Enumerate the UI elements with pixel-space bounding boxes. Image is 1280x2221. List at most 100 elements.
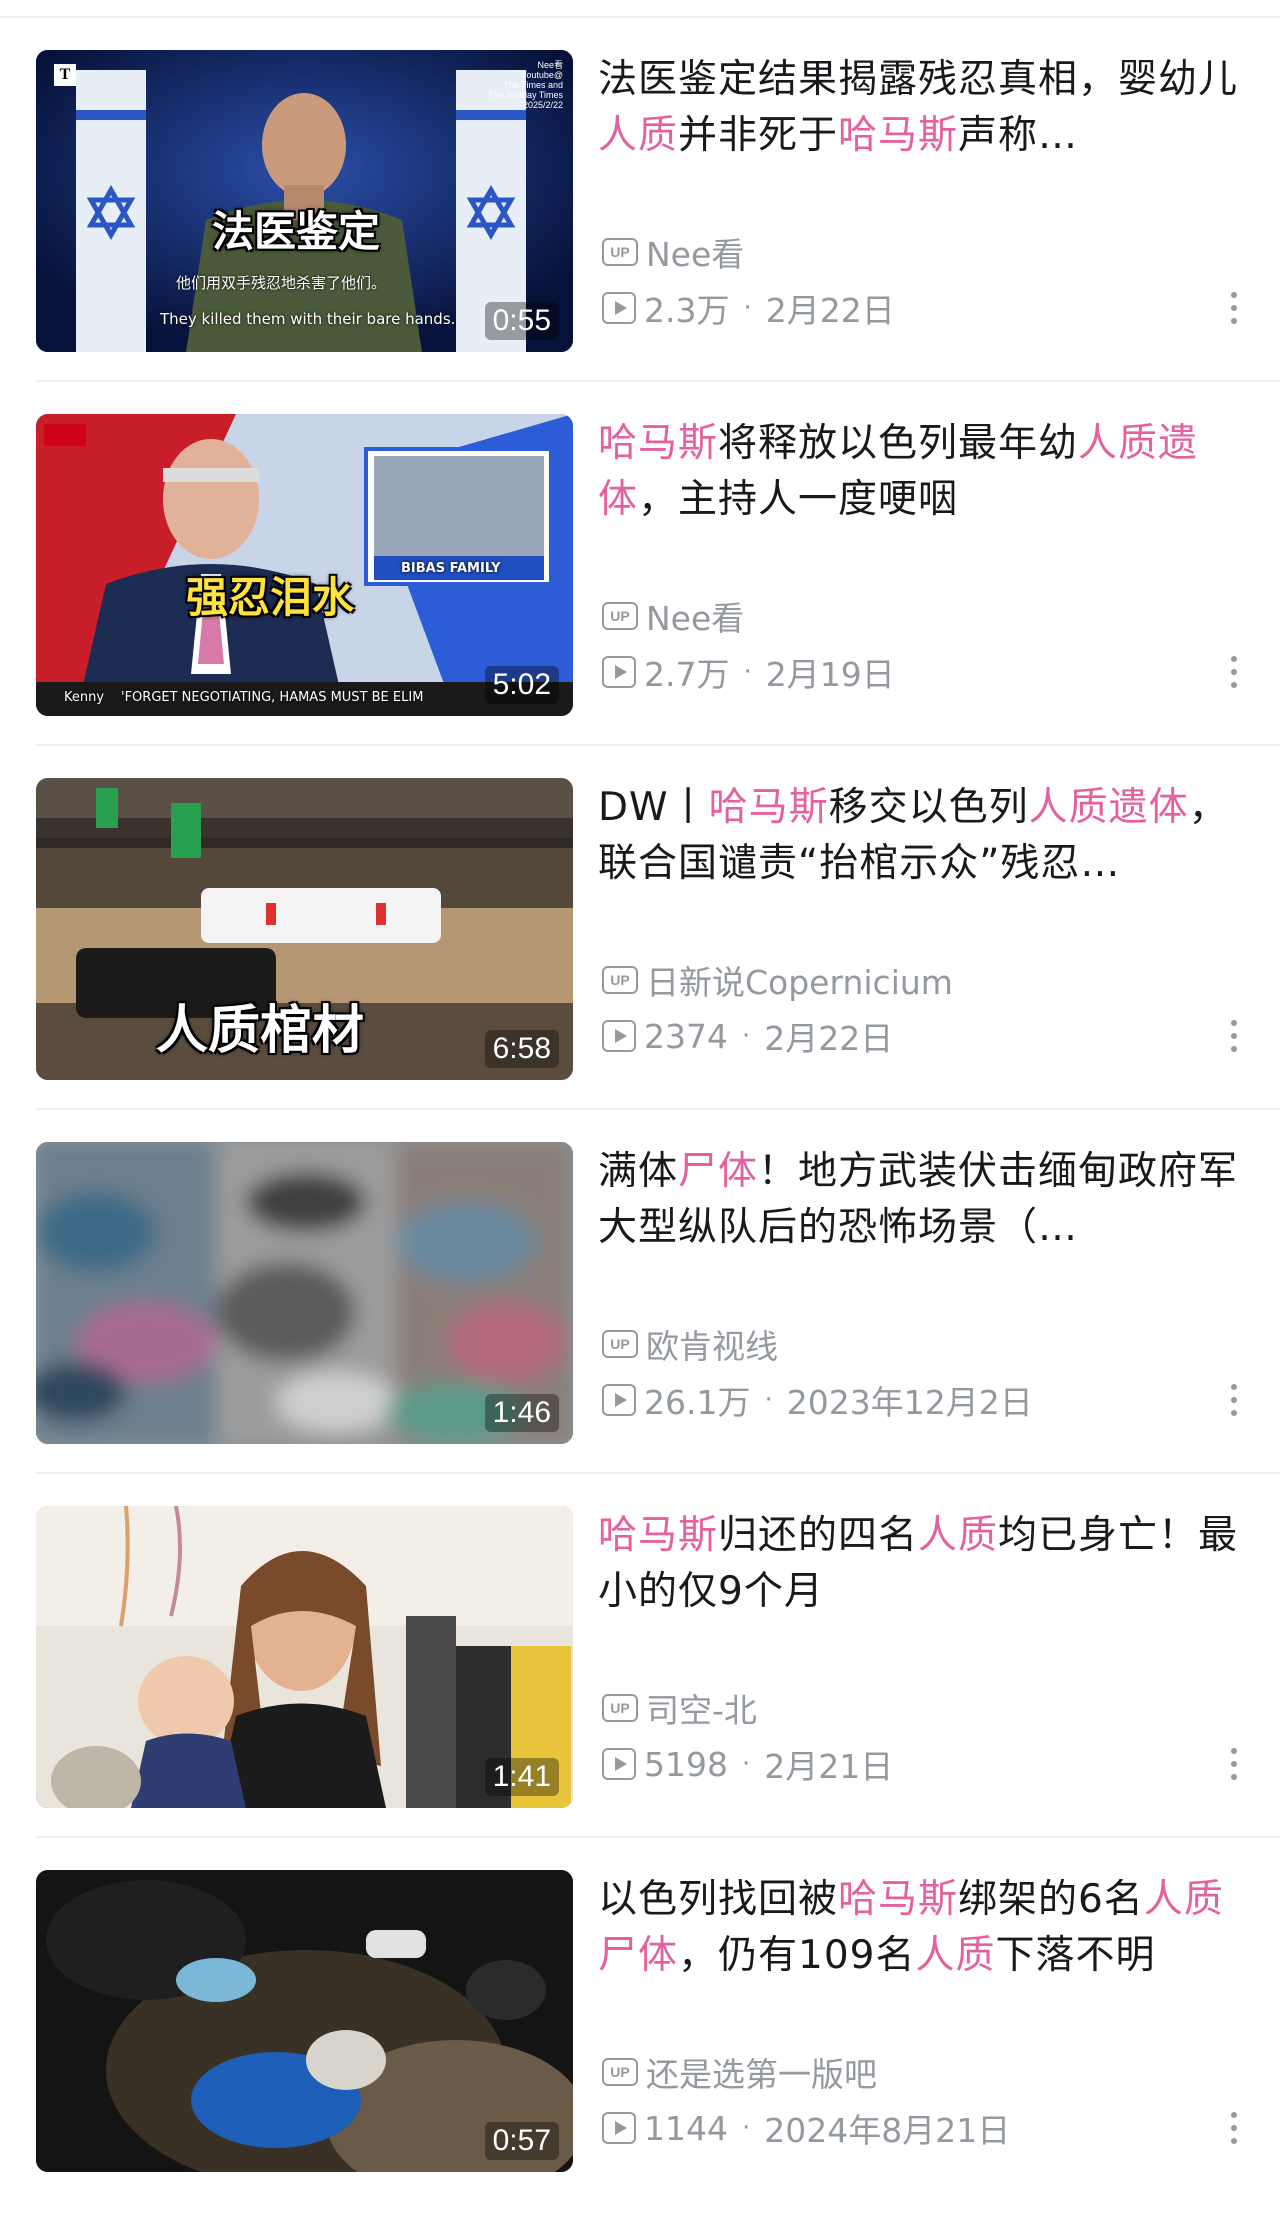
more-vertical-icon[interactable] (1230, 1748, 1238, 1784)
video-card[interactable]: 人质棺材 6:58 DW丨哈马斯移交以色列人质遗体，联合国谴责“抬棺示众”残忍…… (0, 746, 1280, 1110)
title-text: 将释放以色列最年幼 (718, 421, 1079, 466)
duration-badge: 0:57 (484, 2122, 559, 2160)
up-badge-icon: UP (602, 2058, 638, 2086)
title-text: 声称… (958, 113, 1079, 158)
stats-row: 1144 · 2024年8月21日 (602, 2104, 1010, 2152)
video-title[interactable]: 哈马斯将释放以色列最年幼人质遗体，主持人一度哽咽 (598, 416, 1250, 528)
thumbnail-subtitle-zh: 他们用双手残忍地杀害了他们。 (176, 274, 387, 292)
video-card[interactable]: 1:46 满体尸体！地方武装伏击缅甸政府军大型纵队后的恐怖场景（… UP 欧肯视… (0, 1110, 1280, 1474)
uploader-row[interactable]: UP 日新说Copernicium (602, 956, 953, 1004)
publish-date: 2月19日 (765, 655, 895, 694)
video-card[interactable]: 0:57 以色列找回被哈马斯绑架的6名人质尸体，仍有109名人质下落不明 UP … (0, 1838, 1280, 2202)
title-text: ，仍有109名 (678, 1933, 916, 1978)
stats-row: 26.1万 · 2023年12月2日 (602, 1376, 1033, 1424)
title-text: 以色列找回被 (598, 1877, 839, 1922)
uploader-row[interactable]: UP 司空-北 (602, 1684, 757, 1732)
uploader-name: 还是选第一版吧 (646, 2055, 877, 2094)
separator: · (741, 2113, 751, 2143)
video-thumbnail[interactable]: 人质棺材 6:58 (36, 778, 573, 1080)
stats-row: 2.3万 · 2月22日 (602, 284, 895, 332)
duration-badge: 5:02 (484, 666, 559, 704)
video-card[interactable]: 法医鉴定 他们用双手残忍地杀害了他们。 They killed them wit… (0, 18, 1280, 382)
duration-badge: 6:58 (484, 1030, 559, 1068)
view-count: 26.1万 (644, 1383, 751, 1422)
title-keyword-highlight: 人质 (918, 1513, 999, 1558)
thumbnail-subtitle-en: They killed them with their bare hands. (160, 310, 456, 328)
video-title[interactable]: DW丨哈马斯移交以色列人质遗体，联合国谴责“抬棺示众”残忍… (598, 780, 1250, 892)
times-logo: T (54, 64, 76, 86)
view-count: 2.3万 (644, 291, 730, 330)
title-keyword-highlight: 哈马斯 (598, 1513, 719, 1558)
view-count: 2.7万 (644, 655, 730, 694)
video-title[interactable]: 满体尸体！地方武装伏击缅甸政府军大型纵队后的恐怖场景（… (598, 1144, 1250, 1256)
video-title[interactable]: 以色列找回被哈马斯绑架的6名人质尸体，仍有109名人质下落不明 (598, 1872, 1250, 1984)
title-keyword-highlight: 人质 (915, 1933, 996, 1978)
video-card[interactable]: 强忍泪水 BIBAS FAMILY Kenny 'FORGET NEGOTIAT… (0, 382, 1280, 746)
uploader-name: Nee看 (646, 599, 745, 638)
thumbnail-caption: 法医鉴定 (212, 207, 381, 256)
separator: · (741, 1749, 751, 1779)
view-count: 5198 (644, 1744, 728, 1784)
video-title[interactable]: 哈马斯归还的四名人质均已身亡！最小的仅9个月 (598, 1508, 1250, 1620)
video-thumbnail[interactable]: 法医鉴定 他们用双手残忍地杀害了他们。 They killed them wit… (36, 50, 573, 352)
uploader-name: Nee看 (646, 235, 745, 274)
duration-badge: 1:41 (484, 1758, 559, 1796)
uploader-row[interactable]: UP 还是选第一版吧 (602, 2048, 877, 2096)
stats-row: 2374 · 2月22日 (602, 1012, 893, 1060)
video-thumbnail[interactable]: 1:41 (36, 1506, 573, 1808)
uploader-name: 司空-北 (646, 1691, 757, 1730)
duration-badge: 0:55 (484, 302, 559, 340)
title-keyword-highlight: 尸体 (678, 1149, 759, 1194)
video-thumbnail[interactable]: 1:46 (36, 1142, 573, 1444)
video-card[interactable]: 1:41 哈马斯归还的四名人质均已身亡！最小的仅9个月 UP 司空-北 5198… (0, 1474, 1280, 1838)
thumbnail-ticker: 'FORGET NEGOTIATING, HAMAS MUST BE ELIM (121, 690, 424, 705)
publish-date: 2023年12月2日 (786, 1383, 1033, 1422)
more-vertical-icon[interactable] (1230, 2112, 1238, 2148)
title-keyword-highlight: 哈马斯 (598, 421, 719, 466)
video-title[interactable]: 法医鉴定结果揭露残忍真相，婴幼儿人质并非死于哈马斯声称… (598, 52, 1250, 164)
stats-row: 5198 · 2月21日 (602, 1740, 893, 1788)
duration-badge: 1:46 (484, 1394, 559, 1432)
play-count-icon (602, 1384, 636, 1416)
uploader-name: 日新说Copernicium (646, 963, 953, 1002)
separator: · (743, 293, 752, 323)
title-keyword-highlight: 哈马斯 (708, 785, 829, 830)
title-text: DW丨 (598, 785, 709, 830)
title-keyword-highlight: 哈马斯 (838, 1877, 959, 1922)
uploader-row[interactable]: UP Nee看 (602, 228, 744, 276)
publish-date: 2024年8月21日 (764, 2111, 1011, 2150)
thumbnail-caption: 强忍泪水 (186, 573, 355, 622)
title-text: 归还的四名 (718, 1513, 919, 1558)
title-keyword-highlight: 人质遗体 (1028, 785, 1189, 830)
view-count: 2374 (644, 1016, 728, 1056)
uploader-row[interactable]: UP 欧肯视线 (602, 1320, 778, 1368)
up-badge-icon: UP (602, 238, 638, 266)
play-count-icon (602, 1748, 636, 1780)
play-count-icon (602, 2112, 636, 2144)
title-text: 满体 (598, 1149, 679, 1194)
thumbnail-inset-label: BIBAS FAMILY (401, 561, 501, 576)
video-thumbnail[interactable]: 0:57 (36, 1870, 573, 2172)
more-vertical-icon[interactable] (1230, 1384, 1238, 1420)
more-vertical-icon[interactable] (1230, 656, 1238, 692)
video-thumbnail[interactable]: 强忍泪水 BIBAS FAMILY Kenny 'FORGET NEGOTIAT… (36, 414, 573, 716)
view-count: 1144 (644, 2108, 728, 2148)
up-badge-icon: UP (602, 1330, 638, 1358)
up-badge-icon: UP (602, 602, 638, 630)
play-count-icon (602, 656, 636, 688)
title-text: 移交以色列 (828, 785, 1029, 830)
separator: · (764, 1385, 773, 1415)
more-vertical-icon[interactable] (1230, 1020, 1238, 1056)
title-text: 绑架的6名 (958, 1877, 1144, 1922)
up-badge-icon: UP (602, 1694, 638, 1722)
play-count-icon (602, 1020, 636, 1052)
uploader-row[interactable]: UP Nee看 (602, 592, 744, 640)
more-vertical-icon[interactable] (1230, 292, 1238, 328)
thumbnail-caption: 人质棺材 (156, 1001, 365, 1061)
title-text: 下落不明 (995, 1933, 1156, 1978)
stats-row: 2.7万 · 2月19日 (602, 648, 895, 696)
separator: · (743, 657, 752, 687)
up-badge-icon: UP (602, 966, 638, 994)
thumbnail-ticker-name: Kenny (64, 690, 105, 705)
publish-date: 2月22日 (765, 291, 895, 330)
